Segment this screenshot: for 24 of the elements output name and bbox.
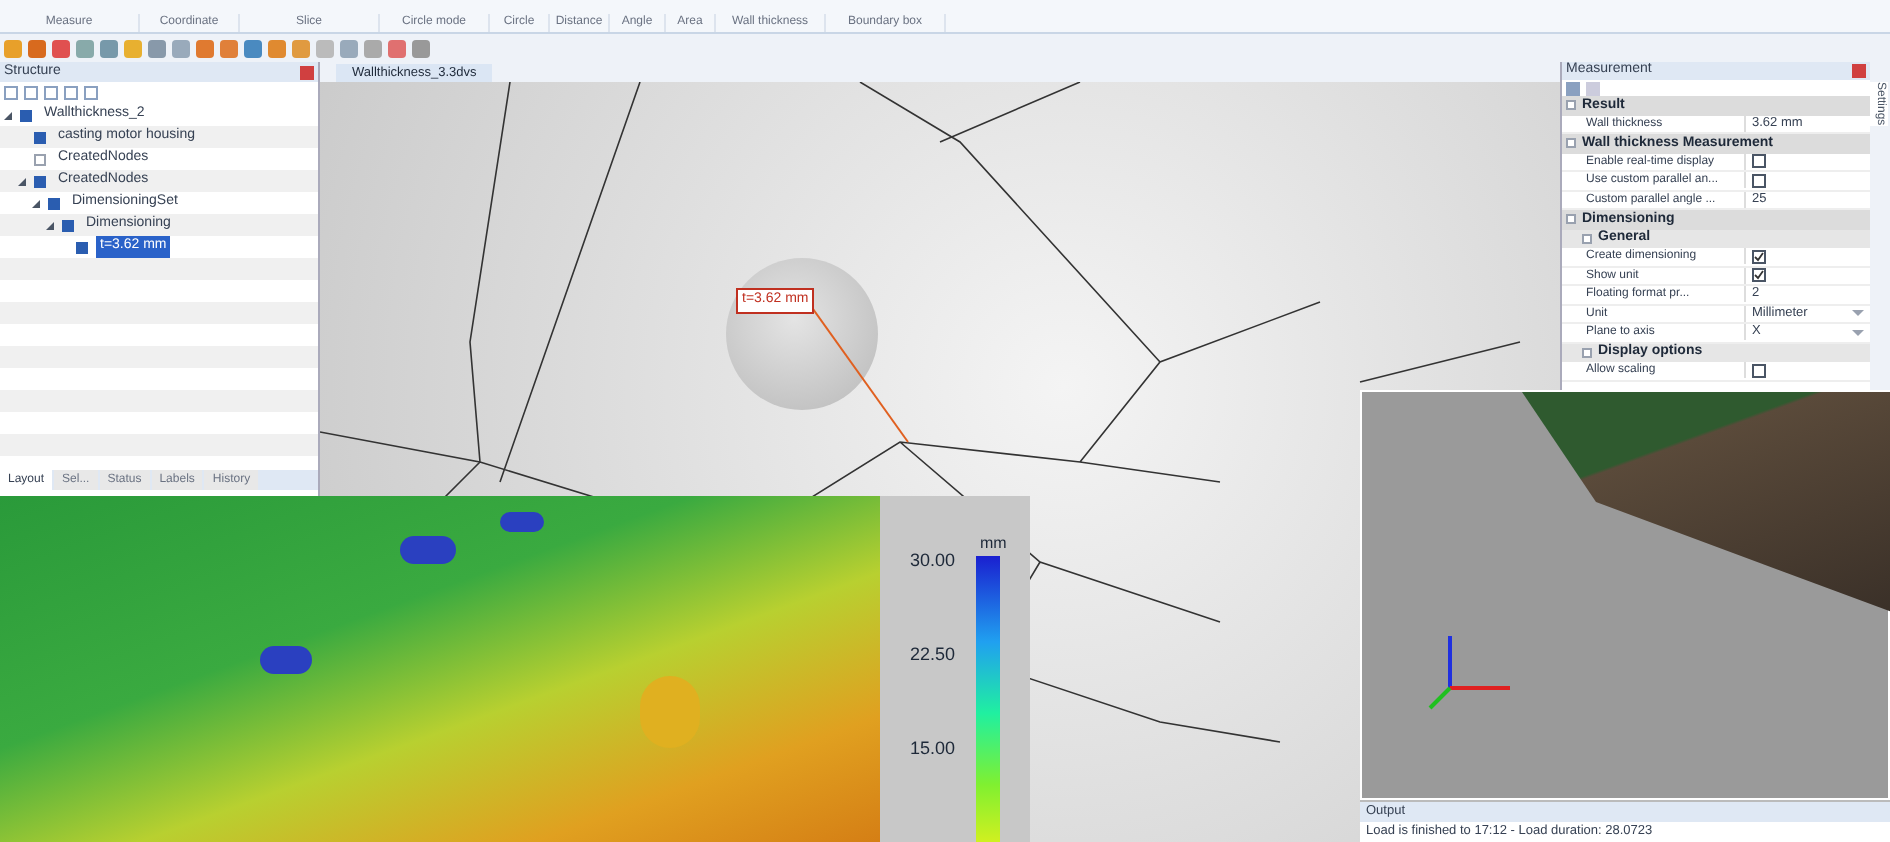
checkbox[interactable] bbox=[1752, 154, 1766, 169]
expander-icon[interactable] bbox=[46, 221, 54, 229]
checkbox[interactable] bbox=[1752, 249, 1766, 264]
close-icon[interactable] bbox=[300, 65, 314, 79]
visibility-checkbox[interactable] bbox=[34, 131, 46, 143]
visibility-checkbox[interactable] bbox=[20, 109, 32, 121]
scale-value: 22.50 bbox=[910, 642, 956, 668]
visibility-checkbox[interactable] bbox=[34, 175, 46, 187]
expander-icon[interactable] bbox=[18, 177, 26, 185]
visibility-checkbox[interactable] bbox=[48, 197, 60, 209]
expander-icon[interactable] bbox=[32, 199, 40, 207]
expander-icon[interactable] bbox=[4, 111, 12, 119]
scale-value: 15.00 bbox=[910, 736, 956, 762]
collapse-icon[interactable] bbox=[1582, 347, 1592, 358]
visibility-checkbox[interactable] bbox=[62, 219, 74, 231]
checkbox[interactable] bbox=[1752, 363, 1766, 378]
scale-unit: mm bbox=[980, 532, 1007, 556]
collapse-icon[interactable] bbox=[1566, 100, 1576, 111]
visibility-checkbox[interactable] bbox=[76, 241, 88, 253]
collapse-icon[interactable] bbox=[1566, 138, 1576, 149]
checkbox[interactable] bbox=[1752, 173, 1766, 188]
scale-value: 30.00 bbox=[910, 548, 956, 574]
checkbox[interactable] bbox=[1752, 268, 1766, 283]
visibility-checkbox[interactable] bbox=[34, 153, 46, 165]
